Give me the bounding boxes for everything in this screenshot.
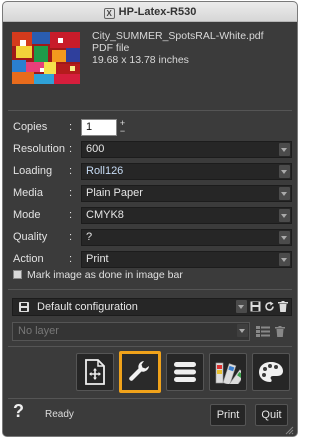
layer-select[interactable]: No layer [12, 322, 250, 341]
loading-value: Roll126 [86, 165, 124, 177]
app-title-icon: X [103, 8, 115, 19]
chevron-down-icon[interactable] [279, 165, 290, 178]
media-label: Media [13, 187, 43, 199]
document-move-icon [85, 359, 105, 385]
quality-select[interactable]: ? [81, 229, 292, 246]
quality-colon: : [69, 231, 73, 243]
position-document-button[interactable] [76, 353, 114, 391]
help-icon[interactable]: ? [13, 401, 24, 422]
layer-list-icon[interactable] [256, 326, 270, 340]
divider [8, 110, 292, 111]
loading-colon: : [69, 165, 73, 177]
window-title: HP-Latex-R530 [118, 6, 197, 18]
file-info: City_SUMMER_SpotsRAL-White.pdf PDF file … [8, 26, 293, 106]
palette-button[interactable] [252, 353, 290, 391]
resolution-colon: : [69, 143, 73, 155]
loading-label: Loading [13, 165, 53, 177]
loading-select[interactable]: Roll126 [81, 163, 292, 180]
configuration-select[interactable]: Default configuration [12, 298, 292, 316]
chevron-down-icon[interactable] [279, 253, 290, 266]
chevron-down-icon[interactable] [279, 143, 290, 156]
title-bar: X HP-Latex-R530 [3, 2, 297, 22]
mark-done-label: Mark image as done in image bar [27, 269, 183, 281]
configuration-value: Default configuration [37, 301, 138, 313]
file-type: PDF file [92, 42, 130, 54]
save-icon[interactable] [250, 301, 261, 315]
copies-label: Copies [13, 121, 48, 133]
mode-value: CMYK8 [86, 209, 124, 221]
main-content: City_SUMMER_SpotsRAL-White.pdf PDF file … [3, 23, 297, 436]
media-colon: : [69, 187, 73, 199]
media-select[interactable]: Plain Paper [81, 185, 292, 202]
copies-stepper[interactable]: + − [118, 119, 127, 136]
status-text: Ready [45, 409, 74, 420]
resize-grip-icon[interactable] [284, 425, 294, 435]
file-details: City_SUMMER_SpotsRAL-White.pdf PDF file … [92, 30, 264, 66]
copies-input[interactable]: 1 [81, 119, 117, 136]
file-thumbnail[interactable] [12, 32, 80, 84]
resolution-value: 600 [86, 143, 105, 155]
divider [8, 346, 292, 347]
quit-button[interactable]: Quit [255, 404, 288, 426]
divider [8, 398, 292, 399]
action-colon: : [69, 253, 73, 265]
mode-label: Mode [13, 209, 41, 221]
color-swatches-button[interactable] [209, 353, 247, 391]
color-swatches-icon [215, 362, 241, 384]
resolution-label: Resolution [13, 143, 65, 155]
mark-done-checkbox[interactable] [13, 270, 22, 279]
stack-icon [174, 362, 196, 382]
app-window: X HP-Latex-R530 City_SUMMER_SpotsRAL-Whi… [2, 1, 298, 437]
action-label: Action [13, 253, 44, 265]
chevron-down-icon[interactable] [279, 231, 290, 244]
action-value: Print [86, 253, 109, 265]
settings-tools-button[interactable] [119, 351, 161, 393]
print-button[interactable]: Print [210, 404, 246, 426]
palette-icon [259, 362, 283, 382]
layer-placeholder: No layer [18, 325, 59, 337]
configuration-icon [18, 301, 30, 316]
file-name: City_SUMMER_SpotsRAL-White.pdf [92, 30, 264, 42]
layers-button[interactable] [166, 353, 204, 391]
action-select[interactable]: Print [81, 251, 292, 268]
stepper-down-icon[interactable]: − [118, 127, 127, 136]
resolution-select[interactable]: 600 [81, 141, 292, 158]
copies-colon: : [69, 121, 73, 133]
media-value: Plain Paper [86, 187, 143, 199]
chevron-down-icon[interactable] [279, 187, 290, 200]
chevron-down-icon[interactable] [236, 300, 247, 313]
chevron-down-icon[interactable] [237, 324, 248, 337]
delete-icon[interactable] [278, 301, 288, 315]
file-size: 19.68 x 13.78 inches [92, 54, 189, 66]
chevron-down-icon[interactable] [279, 209, 290, 222]
quality-label: Quality [13, 231, 48, 243]
mode-colon: : [69, 209, 73, 221]
divider [8, 289, 292, 290]
refresh-icon[interactable] [264, 301, 275, 315]
quality-value: ? [86, 231, 93, 243]
wrench-icon [129, 361, 149, 381]
delete-layer-icon[interactable] [275, 326, 285, 340]
mode-select[interactable]: CMYK8 [81, 207, 292, 224]
mark-done-row[interactable]: Mark image as done in image bar [13, 269, 183, 281]
